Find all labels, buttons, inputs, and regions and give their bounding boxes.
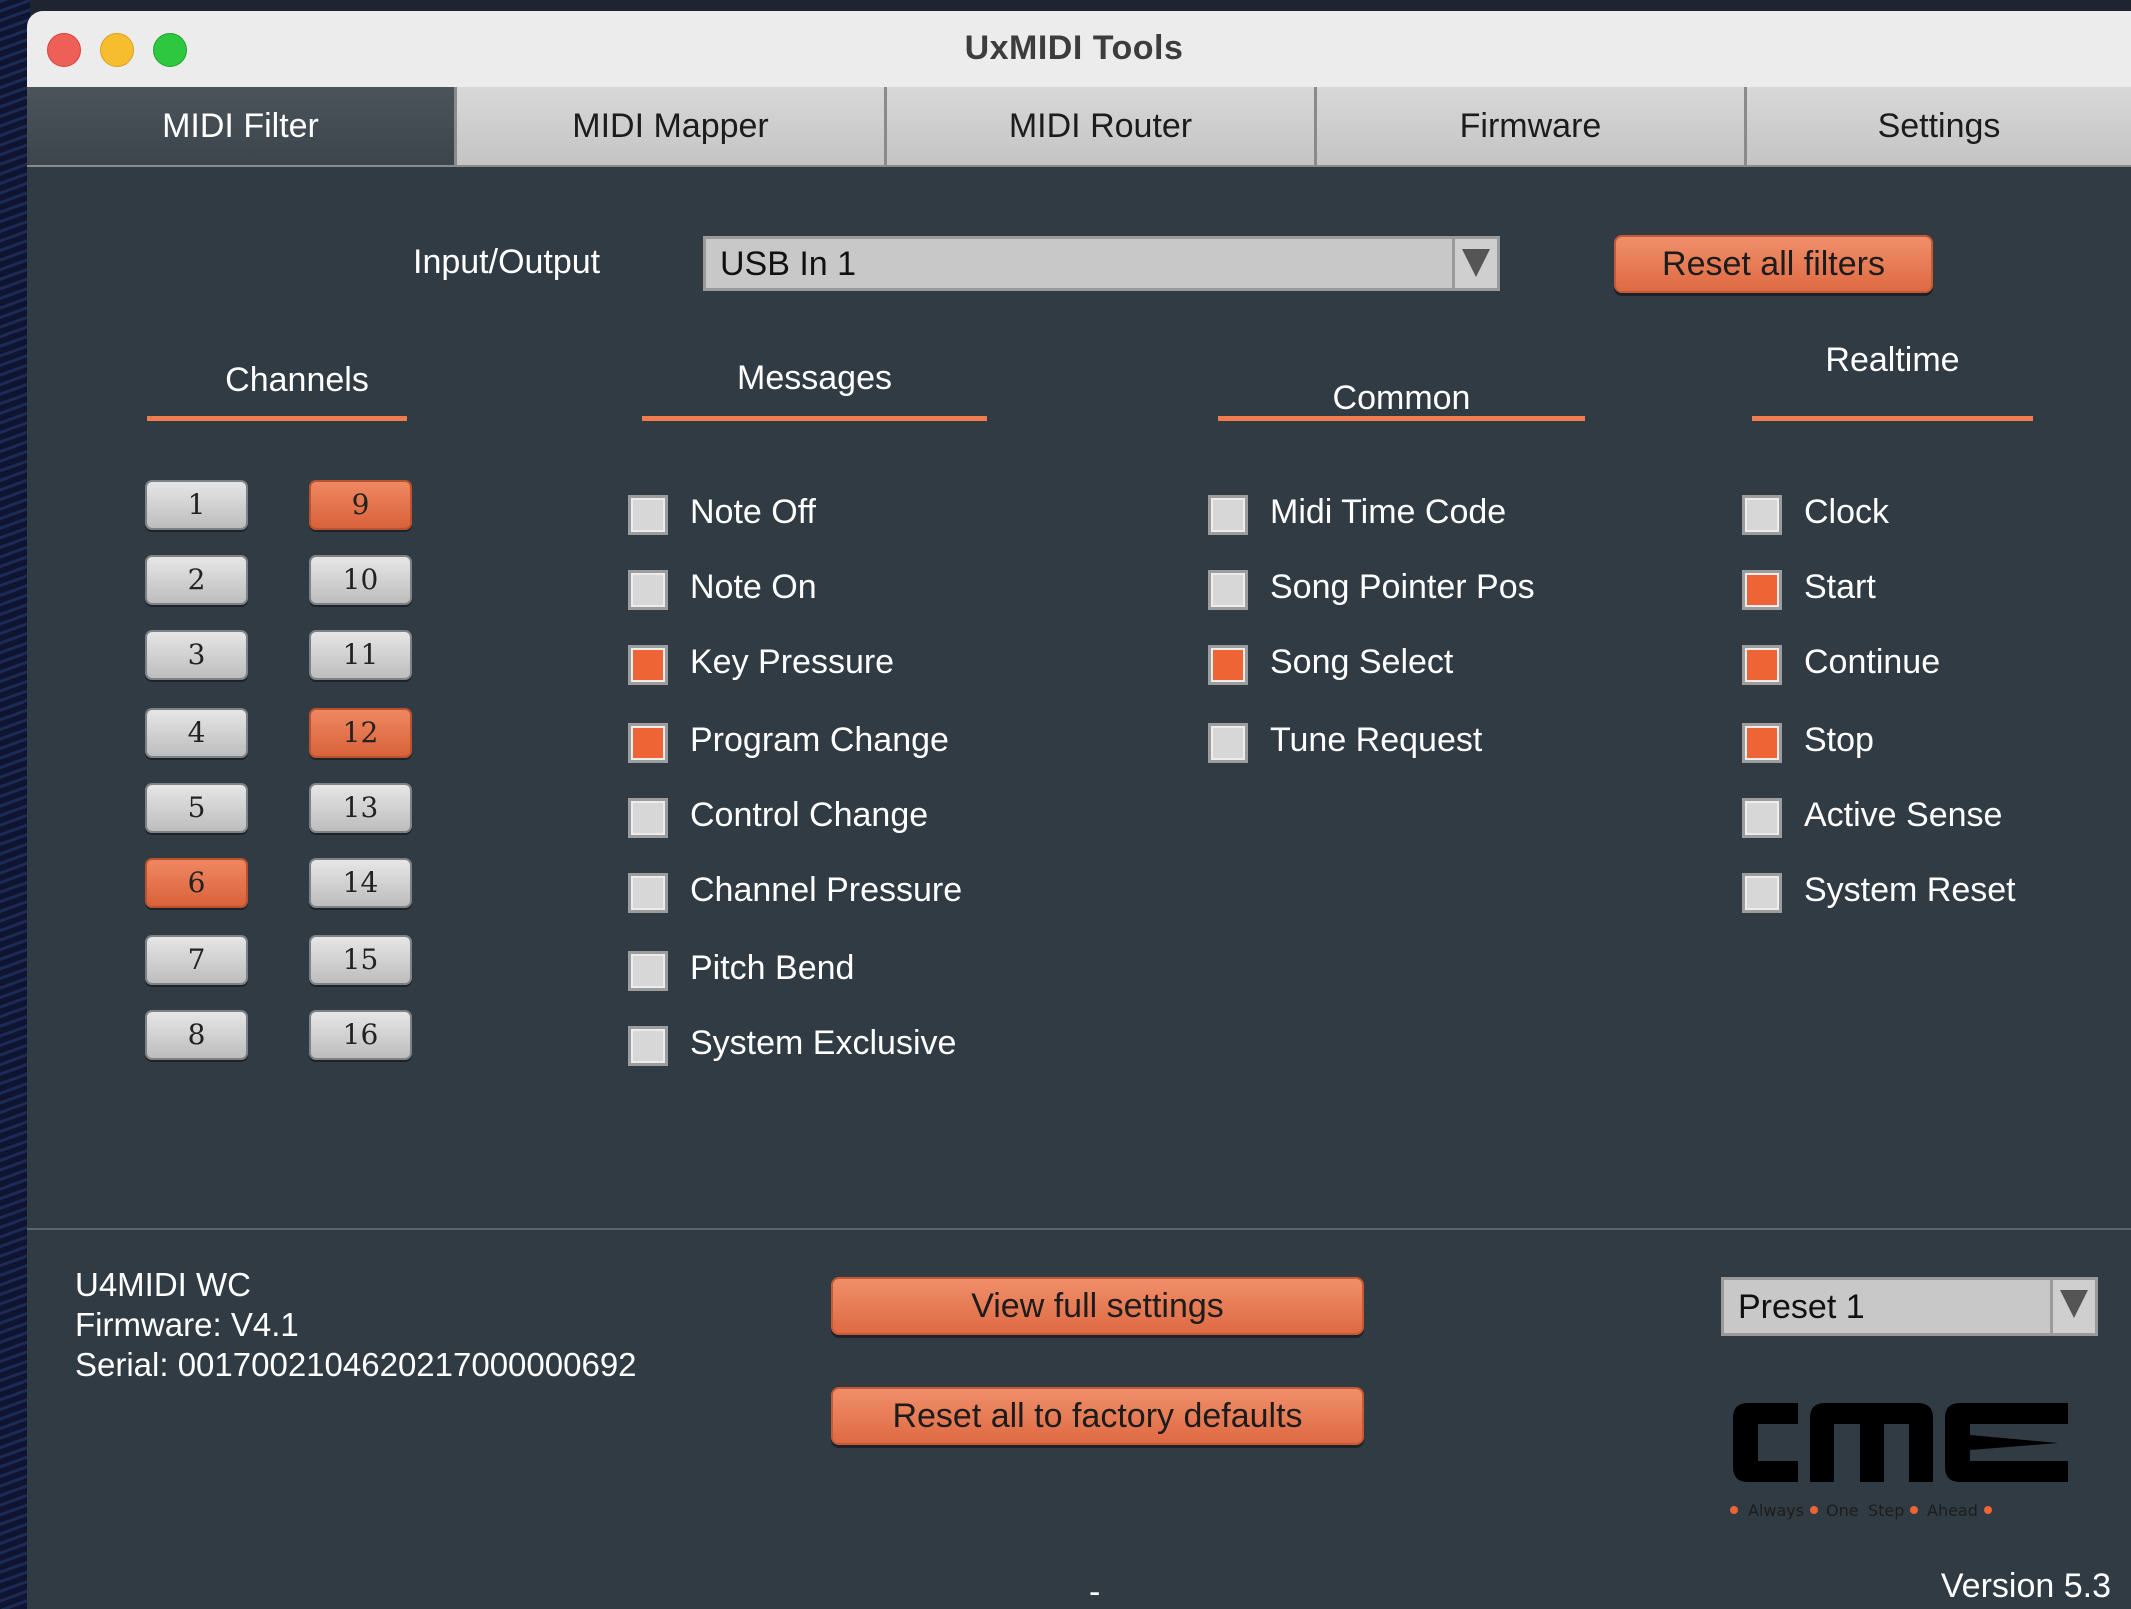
- realtime-filter-label: Clock: [1804, 493, 1890, 531]
- realtime-filter-label: System Reset: [1804, 871, 2016, 909]
- message-filter-checkbox[interactable]: [628, 570, 668, 610]
- common-heading: Common: [1332, 379, 1471, 417]
- common-filter-label: Song Pointer Pos: [1270, 568, 1535, 606]
- preset-value: Preset 1: [1738, 1288, 1865, 1326]
- message-filter-label: Control Change: [690, 796, 929, 834]
- svg-text:Always: Always: [1748, 1501, 1804, 1520]
- common-underline: [1218, 416, 1585, 421]
- common-filter-label: Midi Time Code: [1270, 493, 1507, 531]
- realtime-filter-label: Start: [1804, 568, 1876, 606]
- realtime-filter-label: Stop: [1804, 721, 1874, 759]
- messages-underline: [642, 416, 987, 421]
- channel-button-7[interactable]: 7: [145, 935, 248, 985]
- title-bar: UxMIDI Tools: [27, 11, 2131, 88]
- reset-all-filters-button[interactable]: Reset all filters: [1614, 235, 1933, 293]
- message-filter-label: Channel Pressure: [690, 871, 963, 909]
- preset-select[interactable]: Preset 1: [1721, 1277, 2098, 1336]
- common-filter-label: Song Select: [1270, 643, 1454, 681]
- tab-midi-router[interactable]: MIDI Router: [887, 87, 1317, 167]
- realtime-filter-checkbox[interactable]: [1742, 645, 1782, 685]
- svg-text:Ahead: Ahead: [1927, 1501, 1978, 1520]
- status-indicator: -: [1089, 1573, 1101, 1609]
- channels-heading: Channels: [225, 361, 369, 399]
- message-filter-label: Note On: [690, 568, 817, 606]
- tab-bar: MIDI Filter MIDI Mapper MIDI Router Firm…: [27, 87, 2131, 167]
- input-output-label: Input/Output: [413, 243, 601, 281]
- device-serial: Serial: 0017002104620217000000692: [75, 1346, 637, 1383]
- channel-button-12[interactable]: 12: [309, 708, 412, 758]
- channel-button-3[interactable]: 3: [145, 630, 248, 680]
- reset-factory-defaults-button[interactable]: Reset all to factory defaults: [831, 1387, 1364, 1445]
- realtime-filter-checkbox[interactable]: [1742, 798, 1782, 838]
- channel-button-1[interactable]: 1: [145, 480, 248, 530]
- message-filter-checkbox[interactable]: [628, 723, 668, 763]
- input-output-select[interactable]: USB In 1: [703, 236, 1500, 291]
- app-window: UxMIDI Tools MIDI Filter MIDI Mapper MID…: [27, 11, 2131, 1609]
- device-firmware: Firmware: V4.1: [75, 1306, 299, 1343]
- tab-midi-mapper[interactable]: MIDI Mapper: [457, 87, 887, 167]
- svg-text:One: One: [1826, 1501, 1859, 1520]
- realtime-filter-label: Active Sense: [1804, 796, 2003, 834]
- common-filter-checkbox[interactable]: [1208, 570, 1248, 610]
- message-filter-label: Note Off: [690, 493, 816, 531]
- message-filter-checkbox[interactable]: [628, 798, 668, 838]
- chevron-down-icon[interactable]: [2050, 1280, 2095, 1333]
- view-full-settings-button[interactable]: View full settings: [831, 1277, 1364, 1335]
- channel-button-15[interactable]: 15: [309, 935, 412, 985]
- channel-button-5[interactable]: 5: [145, 783, 248, 833]
- channel-button-4[interactable]: 4: [145, 708, 248, 758]
- svg-text:Step: Step: [1868, 1501, 1904, 1520]
- realtime-underline: [1752, 416, 2033, 421]
- common-filter-label: Tune Request: [1270, 721, 1483, 759]
- window-title: UxMIDI Tools: [964, 29, 1184, 67]
- realtime-heading: Realtime: [1825, 341, 1960, 379]
- realtime-filter-checkbox[interactable]: [1742, 723, 1782, 763]
- messages-heading: Messages: [737, 359, 892, 397]
- channel-button-13[interactable]: 13: [309, 783, 412, 833]
- message-filter-label: System Exclusive: [690, 1024, 957, 1062]
- message-filter-label: Pitch Bend: [690, 949, 855, 987]
- channel-button-8[interactable]: 8: [145, 1010, 248, 1060]
- channel-button-9[interactable]: 9: [309, 480, 412, 530]
- message-filter-label: Key Pressure: [690, 643, 895, 681]
- device-info: U4MIDI WC Firmware: V4.1 Serial: 0017002…: [75, 1265, 637, 1385]
- chevron-down-icon[interactable]: [1452, 239, 1497, 288]
- realtime-filter-checkbox[interactable]: [1742, 570, 1782, 610]
- message-filter-checkbox[interactable]: [628, 1026, 668, 1066]
- tab-firmware[interactable]: Firmware: [1317, 87, 1747, 167]
- realtime-filter-checkbox[interactable]: [1742, 495, 1782, 535]
- channel-button-16[interactable]: 16: [309, 1010, 412, 1060]
- desktop-background: [0, 0, 30, 1609]
- channel-button-10[interactable]: 10: [309, 555, 412, 605]
- tab-midi-filter[interactable]: MIDI Filter: [27, 87, 457, 167]
- realtime-filter-label: Continue: [1804, 643, 1941, 681]
- channel-button-14[interactable]: 14: [309, 858, 412, 908]
- message-filter-label: Program Change: [690, 721, 949, 759]
- message-filter-checkbox[interactable]: [628, 873, 668, 913]
- channel-button-6[interactable]: 6: [145, 858, 248, 908]
- channel-button-2[interactable]: 2: [145, 555, 248, 605]
- footer-divider: [27, 1228, 2131, 1230]
- input-output-value: USB In 1: [720, 245, 857, 283]
- realtime-filter-checkbox[interactable]: [1742, 873, 1782, 913]
- common-filter-checkbox[interactable]: [1208, 645, 1248, 685]
- message-filter-checkbox[interactable]: [628, 645, 668, 685]
- message-filter-checkbox[interactable]: [628, 951, 668, 991]
- version-label: Version 5.3: [1940, 1567, 2111, 1605]
- tab-settings[interactable]: Settings: [1747, 87, 2131, 167]
- device-name: U4MIDI WC: [75, 1266, 251, 1303]
- common-filter-checkbox[interactable]: [1208, 723, 1248, 763]
- cme-logo: Always One Step Ahead: [1730, 1403, 2068, 1520]
- channels-underline: [147, 416, 407, 421]
- common-filter-checkbox[interactable]: [1208, 495, 1248, 535]
- message-filter-checkbox[interactable]: [628, 495, 668, 535]
- channel-button-11[interactable]: 11: [309, 630, 412, 680]
